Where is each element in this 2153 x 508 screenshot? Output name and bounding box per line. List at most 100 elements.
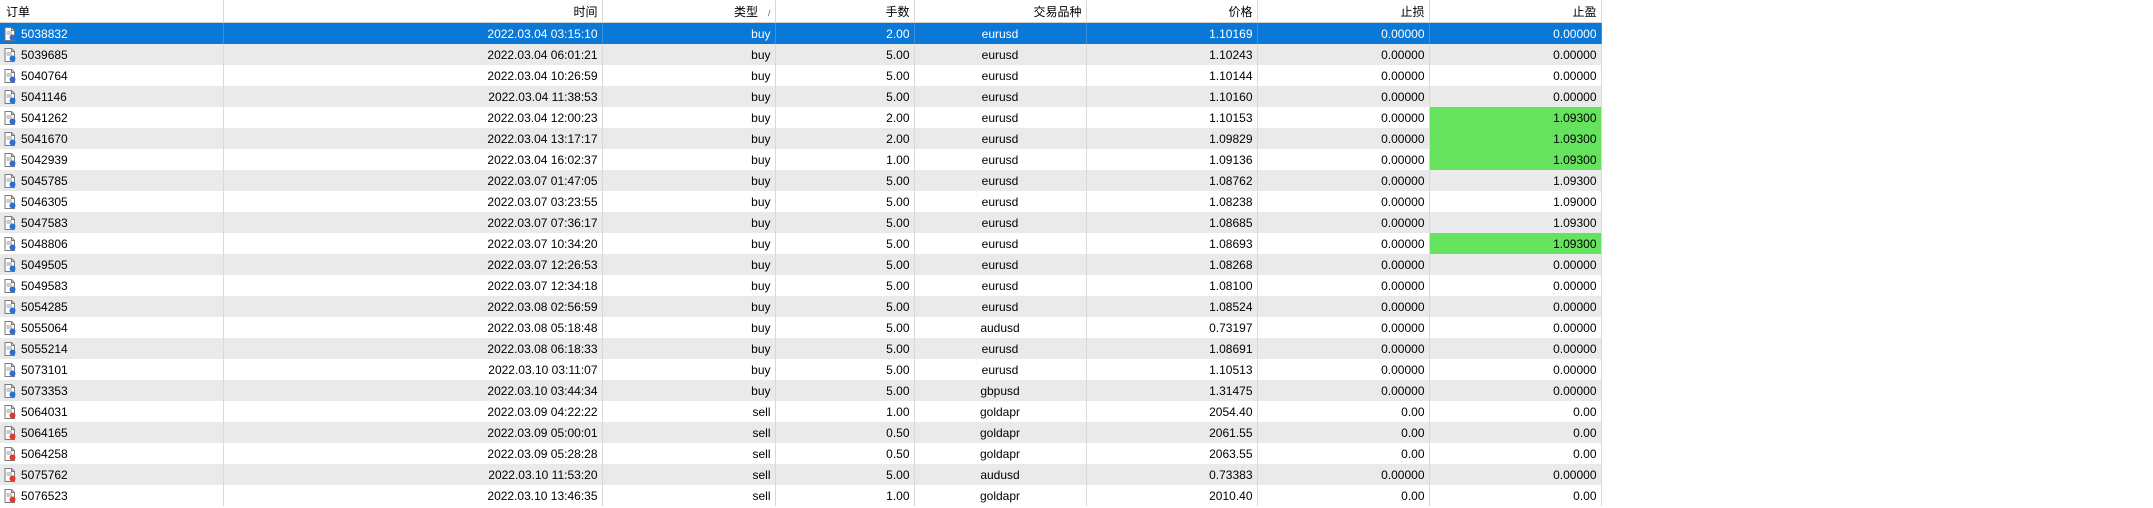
stop-loss-cell: 0.00 (1257, 422, 1430, 443)
sell-order-icon (4, 404, 16, 419)
take-profit-cell: 0.00000 (1429, 44, 1602, 65)
table-row[interactable]: 5054285 2022.03.08 02:56:59 buy 5.00 eur… (0, 296, 1602, 317)
open-time-cell: 2022.03.10 13:46:35 (223, 485, 603, 506)
table-row[interactable]: 5049583 2022.03.07 12:34:18 buy 5.00 eur… (0, 275, 1602, 296)
take-profit-cell: 0.00000 (1429, 464, 1602, 485)
open-time-cell: 2022.03.07 10:34:20 (223, 233, 603, 254)
column-header-type[interactable]: 类型 / (602, 0, 776, 23)
open-time-cell: 2022.03.09 05:28:28 (223, 443, 603, 464)
take-profit-cell: 0.00000 (1429, 338, 1602, 359)
table-row[interactable]: 5075762 2022.03.10 11:53:20 sell 5.00 au… (0, 464, 1602, 485)
open-time-cell: 2022.03.10 11:53:20 (223, 464, 603, 485)
take-profit-cell: 0.00000 (1429, 86, 1602, 107)
order-cell: 5041262 (0, 107, 224, 128)
buy-order-icon (4, 299, 16, 314)
symbol-cell: eurusd (914, 212, 1087, 233)
open-time-cell: 2022.03.04 10:26:59 (223, 65, 603, 86)
table-row[interactable]: 5064258 2022.03.09 05:28:28 sell 0.50 go… (0, 443, 1602, 464)
column-header-stop-loss[interactable]: 止损 (1257, 0, 1430, 23)
order-number: 5076523 (21, 488, 68, 503)
open-price-cell: 1.08762 (1086, 170, 1258, 191)
table-row[interactable]: 5055064 2022.03.08 05:18:48 buy 5.00 aud… (0, 317, 1602, 338)
table-row[interactable]: 5039685 2022.03.04 06:01:21 buy 5.00 eur… (0, 44, 1602, 65)
table-row[interactable]: 5064165 2022.03.09 05:00:01 sell 0.50 go… (0, 422, 1602, 443)
type-cell: sell (602, 401, 776, 422)
column-header-volume[interactable]: 手数 (775, 0, 915, 23)
open-time-cell: 2022.03.07 03:23:55 (223, 191, 603, 212)
open-time-cell: 2022.03.04 06:01:21 (223, 44, 603, 65)
type-cell: buy (602, 191, 776, 212)
type-cell: buy (602, 22, 776, 44)
order-cell: 5055214 (0, 338, 224, 359)
type-cell: buy (602, 380, 776, 401)
order-cell: 5041146 (0, 86, 224, 107)
open-price-cell: 1.08238 (1086, 191, 1258, 212)
order-cell: 5038832 (0, 22, 224, 44)
column-header-open-time[interactable]: 时间 (223, 0, 603, 23)
symbol-cell: goldapr (914, 422, 1087, 443)
symbol-cell: eurusd (914, 296, 1087, 317)
stop-loss-cell: 0.00000 (1257, 86, 1430, 107)
open-price-cell: 2061.55 (1086, 422, 1258, 443)
buy-order-icon (4, 194, 16, 209)
volume-cell: 5.00 (775, 65, 915, 86)
type-cell: buy (602, 359, 776, 380)
volume-cell: 5.00 (775, 359, 915, 380)
table-row[interactable]: 5041262 2022.03.04 12:00:23 buy 2.00 eur… (0, 107, 1602, 128)
table-row[interactable]: 5049505 2022.03.07 12:26:53 buy 5.00 eur… (0, 254, 1602, 275)
volume-cell: 5.00 (775, 212, 915, 233)
order-number: 5073101 (21, 362, 68, 377)
table-row[interactable]: 5038832 2022.03.04 03:15:10 buy 2.00 eur… (0, 22, 1602, 44)
take-profit-cell: 0.00000 (1429, 22, 1602, 44)
buy-order-icon (4, 341, 16, 356)
table-row[interactable]: 5055214 2022.03.08 06:18:33 buy 5.00 eur… (0, 338, 1602, 359)
table-row[interactable]: 5048806 2022.03.07 10:34:20 buy 5.00 eur… (0, 233, 1602, 254)
volume-cell: 5.00 (775, 275, 915, 296)
table-row[interactable]: 5073353 2022.03.10 03:44:34 buy 5.00 gbp… (0, 380, 1602, 401)
stop-loss-cell: 0.00000 (1257, 170, 1430, 191)
buy-order-icon (4, 110, 16, 125)
stop-loss-cell: 0.00000 (1257, 254, 1430, 275)
type-cell: buy (602, 65, 776, 86)
table-row[interactable]: 5041146 2022.03.04 11:38:53 buy 5.00 eur… (0, 86, 1602, 107)
buy-order-icon (4, 89, 16, 104)
table-row[interactable]: 5042939 2022.03.04 16:02:37 buy 1.00 eur… (0, 149, 1602, 170)
stop-loss-cell: 0.00000 (1257, 275, 1430, 296)
type-cell: buy (602, 233, 776, 254)
symbol-cell: eurusd (914, 233, 1087, 254)
order-number: 5041670 (21, 131, 68, 146)
take-profit-cell: 1.09300 (1429, 149, 1602, 170)
stop-loss-cell: 0.00 (1257, 485, 1430, 506)
column-header-take-profit[interactable]: 止盈 (1429, 0, 1602, 23)
buy-order-icon (4, 47, 16, 62)
stop-loss-cell: 0.00000 (1257, 233, 1430, 254)
stop-loss-cell: 0.00000 (1257, 317, 1430, 338)
column-header-order[interactable]: 订单 (0, 0, 224, 23)
table-row[interactable]: 5064031 2022.03.09 04:22:22 sell 1.00 go… (0, 401, 1602, 422)
take-profit-cell: 1.09300 (1429, 233, 1602, 254)
buy-order-icon (4, 362, 16, 377)
symbol-cell: eurusd (914, 338, 1087, 359)
stop-loss-cell: 0.00000 (1257, 65, 1430, 86)
table-row[interactable]: 5076523 2022.03.10 13:46:35 sell 1.00 go… (0, 485, 1602, 506)
table-row[interactable]: 5041670 2022.03.04 13:17:17 buy 2.00 eur… (0, 128, 1602, 149)
table-row[interactable]: 5073101 2022.03.10 03:11:07 buy 5.00 eur… (0, 359, 1602, 380)
table-row[interactable]: 5046305 2022.03.07 03:23:55 buy 5.00 eur… (0, 191, 1602, 212)
volume-cell: 5.00 (775, 86, 915, 107)
volume-cell: 1.00 (775, 485, 915, 506)
symbol-cell: eurusd (914, 128, 1087, 149)
symbol-cell: goldapr (914, 443, 1087, 464)
stop-loss-cell: 0.00000 (1257, 338, 1430, 359)
open-time-cell: 2022.03.10 03:44:34 (223, 380, 603, 401)
table-row[interactable]: 5047583 2022.03.07 07:36:17 buy 5.00 eur… (0, 212, 1602, 233)
type-cell: sell (602, 422, 776, 443)
buy-order-icon (4, 257, 16, 272)
volume-cell: 5.00 (775, 191, 915, 212)
table-row[interactable]: 5040764 2022.03.04 10:26:59 buy 5.00 eur… (0, 65, 1602, 86)
column-header-open-price[interactable]: 价格 (1086, 0, 1258, 23)
order-number: 5049505 (21, 257, 68, 272)
symbol-cell: goldapr (914, 485, 1087, 506)
symbol-cell: eurusd (914, 107, 1087, 128)
column-header-symbol[interactable]: 交易品种 (914, 0, 1087, 23)
table-row[interactable]: 5045785 2022.03.07 01:47:05 buy 5.00 eur… (0, 170, 1602, 191)
